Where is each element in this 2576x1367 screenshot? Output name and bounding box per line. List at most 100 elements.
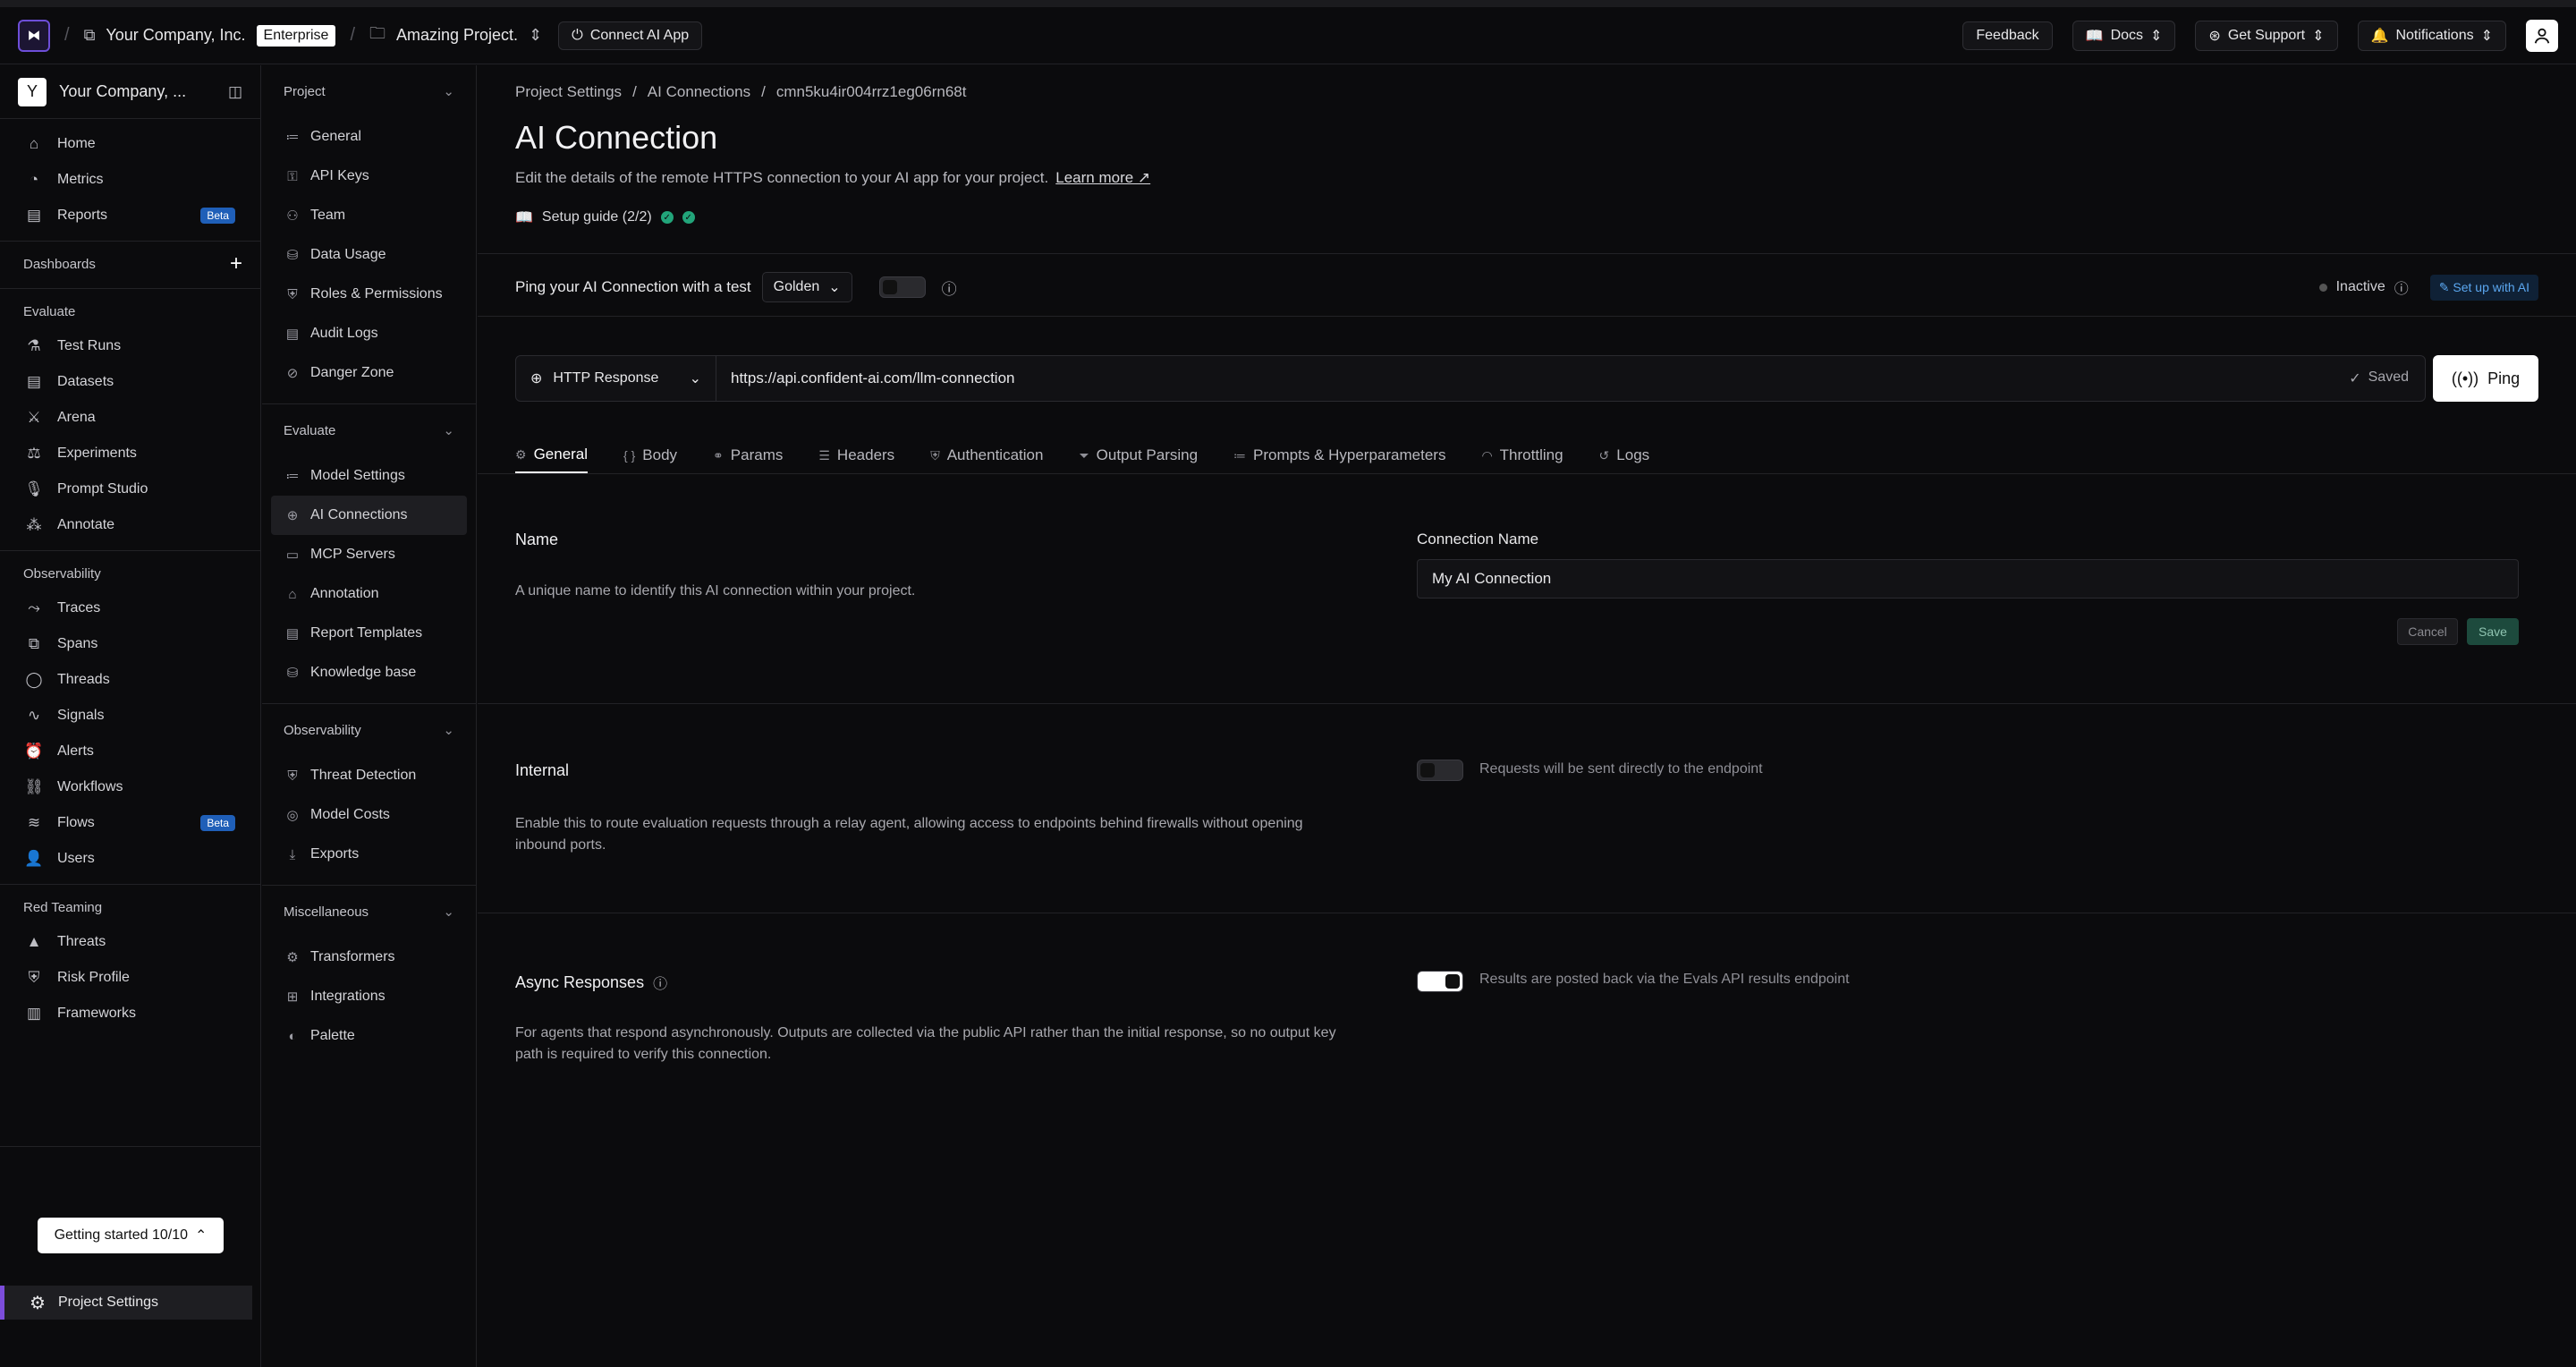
feedback-button[interactable]: Feedback bbox=[1962, 21, 2053, 50]
getting-started-button[interactable]: Getting started 10/10 ⌃ bbox=[38, 1218, 224, 1253]
sidebar-item-project-settings[interactable]: ⚙ Project Settings bbox=[0, 1286, 252, 1320]
subnav-item-model-settings[interactable]: ≔ Model Settings bbox=[262, 456, 476, 496]
sidebar-item-threats[interactable]: ▲ Threats bbox=[0, 924, 260, 960]
subnav-item-annotation[interactable]: ⌂ Annotation bbox=[262, 574, 476, 614]
ping-test-toggle[interactable] bbox=[878, 276, 926, 298]
tab-general[interactable]: ⚙ General bbox=[515, 437, 589, 473]
collapse-sidebar-icon[interactable]: ◫ bbox=[228, 83, 242, 101]
app-logo[interactable]: ⧓ bbox=[18, 19, 50, 52]
subnav-item-danger-zone[interactable]: ⊘ Danger Zone bbox=[262, 353, 476, 393]
sidebar-item-workflows[interactable]: ⛓ Workflows bbox=[0, 769, 260, 805]
subnav-item-knowledge-base[interactable]: ⛁ Knowledge base bbox=[262, 653, 476, 692]
workspace-switcher[interactable]: Y Your Company, ... ◫ bbox=[0, 65, 260, 119]
connection-name-input[interactable]: My AI Connection bbox=[1417, 559, 2519, 599]
get-support-button[interactable]: ⊛ Get Support ⇕ bbox=[2195, 20, 2338, 51]
subnav-item-threat-detection[interactable]: ⛨ Threat Detection bbox=[262, 756, 476, 795]
learn-more-link[interactable]: Learn more ↗ bbox=[1055, 169, 1150, 186]
subnav-item-label: Model Settings bbox=[310, 468, 405, 483]
ping-button[interactable]: ((•)) Ping bbox=[2433, 355, 2538, 402]
sidebar-item-label: Datasets bbox=[57, 374, 114, 389]
subnav-item-transformers[interactable]: ⚙ Transformers bbox=[262, 938, 476, 977]
setup-with-ai-button[interactable]: ✎ Set up with AI bbox=[2429, 274, 2538, 301]
sidebar-item-frameworks[interactable]: ▥ Frameworks bbox=[0, 996, 260, 1032]
subnav-item-report-templates[interactable]: ▤ Report Templates bbox=[262, 614, 476, 653]
notifications-button[interactable]: 🔔 Notifications ⇕ bbox=[2357, 20, 2506, 51]
sidebar-item-spans[interactable]: ⧉ Spans bbox=[0, 626, 260, 662]
tab-logs[interactable]: ↺ Logs bbox=[1599, 437, 1650, 473]
notifications-label: Notifications bbox=[2395, 27, 2474, 43]
sidebar-item-arena[interactable]: ⚔ Arena bbox=[0, 400, 260, 436]
subnav-item-audit-logs[interactable]: ▤ Audit Logs bbox=[262, 314, 476, 353]
subnav-item-team[interactable]: ⚇ Team bbox=[262, 196, 476, 235]
subnav-item-ai-connections[interactable]: ⊕ AI Connections bbox=[271, 496, 467, 535]
connection-name-label: Connection Name bbox=[1417, 531, 1539, 548]
sidebar-item-traces[interactable]: ⤳ Traces bbox=[0, 590, 260, 626]
tab-label: General bbox=[533, 446, 589, 463]
sidebar-item-home[interactable]: ⌂ Home bbox=[0, 126, 260, 162]
user-avatar[interactable] bbox=[2526, 19, 2558, 52]
tab-authentication[interactable]: ⛨ Authentication bbox=[930, 437, 1043, 473]
subnav-item-palette[interactable]: ◐ Palette bbox=[262, 1016, 476, 1056]
sidebar-item-metrics[interactable]: ◔ Metrics bbox=[0, 162, 260, 198]
sidebar-item-threads[interactable]: ◯ Threads bbox=[0, 662, 260, 698]
subnav-item-label: MCP Servers bbox=[310, 547, 395, 562]
info-icon[interactable]: ⓘ bbox=[653, 972, 667, 993]
subnav-item-model-costs[interactable]: ◎ Model Costs bbox=[262, 795, 476, 835]
save-button[interactable]: Save bbox=[2467, 618, 2519, 645]
info-icon[interactable]: ⓘ bbox=[942, 276, 957, 299]
cancel-button[interactable]: Cancel bbox=[2397, 618, 2458, 645]
subnav-item-general[interactable]: ≔ General bbox=[262, 117, 476, 157]
ping-test-select[interactable]: Golden ⌄ bbox=[761, 272, 852, 302]
subnav-item-data-usage[interactable]: ⛁ Data Usage bbox=[262, 235, 476, 275]
info-icon[interactable]: ⓘ bbox=[2394, 276, 2409, 298]
sidebar-item-flows[interactable]: ≋ Flows Beta bbox=[0, 805, 260, 841]
sidebar-item-prompt-studio[interactable]: 🎙 Prompt Studio bbox=[0, 471, 260, 507]
subnav-item-integrations[interactable]: ⊞ Integrations bbox=[262, 977, 476, 1016]
project-switcher[interactable]: 🗀 Amazing Project. ⇕ bbox=[369, 22, 542, 49]
tab-output-parsing[interactable]: ⏷ Output Parsing bbox=[1079, 437, 1198, 473]
connect-ai-app-button[interactable]: ⏻ Connect AI App bbox=[558, 21, 703, 50]
tab-throttling[interactable]: ◠ Throttling bbox=[1481, 437, 1563, 473]
sidebar-item-alerts[interactable]: ⏰ Alerts bbox=[0, 734, 260, 769]
sidebar-item-annotate[interactable]: ⁂ Annotate bbox=[0, 507, 260, 543]
subnav-evaluate-header[interactable]: Evaluate ⌄ bbox=[262, 404, 476, 456]
sidebar-item-signals[interactable]: ∿ Signals bbox=[0, 698, 260, 734]
lifebuoy-icon: ⊛ bbox=[2208, 28, 2221, 44]
subnav-item-api-keys[interactable]: ⚿ API Keys bbox=[262, 157, 476, 196]
history-icon: ↺ bbox=[1598, 447, 1610, 463]
tab-params[interactable]: ⚭ Params bbox=[713, 437, 783, 473]
tab-body[interactable]: { } Body bbox=[623, 437, 677, 473]
ping-select-value: Golden bbox=[773, 279, 820, 294]
sidebar-item-test-runs[interactable]: ⚗ Test Runs bbox=[0, 328, 260, 364]
tab-headers[interactable]: ☰ Headers bbox=[818, 437, 894, 473]
user-icon: 👤 bbox=[24, 850, 44, 867]
response-type-select[interactable]: ⊕ HTTP Response ⌄ bbox=[516, 356, 716, 401]
tab-prompts-hyperparameters[interactable]: ≔ Prompts & Hyperparameters bbox=[1233, 437, 1445, 473]
docs-button[interactable]: 📖 Docs ⇕ bbox=[2072, 20, 2176, 51]
book-icon: 📖 bbox=[515, 210, 533, 225]
subnav-item-mcp-servers[interactable]: ▭ MCP Servers bbox=[262, 535, 476, 574]
beta-badge: Beta bbox=[200, 815, 235, 831]
internal-toggle[interactable] bbox=[1417, 760, 1463, 781]
observability-section: Observability ⤳ Traces ⧉ Spans ◯ Threads ∿ S… bbox=[0, 550, 260, 877]
subnav-item-exports[interactable]: ⤓ Exports bbox=[262, 835, 476, 874]
subnav-observability-header[interactable]: Observability ⌄ bbox=[262, 704, 476, 756]
breadcrumb-project-settings[interactable]: Project Settings bbox=[515, 83, 622, 101]
setup-guide[interactable]: 📖 Setup guide (2/2) ✓ ✓ bbox=[515, 208, 695, 226]
subnav-item-roles[interactable]: ⛨ Roles & Permissions bbox=[262, 275, 476, 314]
sidebar-item-users[interactable]: 👤 Users bbox=[0, 841, 260, 877]
sidebar-item-datasets[interactable]: ▤ Datasets bbox=[0, 364, 260, 400]
globe-icon: ⊕ bbox=[530, 371, 543, 386]
async-responses-toggle[interactable] bbox=[1417, 971, 1463, 992]
endpoint-url-input[interactable]: https://api.confident-ai.com/llm-connect… bbox=[716, 369, 2333, 387]
subnav-misc-header[interactable]: Miscellaneous ⌄ bbox=[262, 886, 476, 938]
plus-icon[interactable]: + bbox=[230, 251, 242, 276]
sidebar-item-risk-profile[interactable]: ⛨ Risk Profile bbox=[0, 960, 260, 996]
chevron-up-icon: ⌃ bbox=[195, 1228, 208, 1244]
dashboards-header[interactable]: Dashboards + bbox=[0, 247, 260, 281]
breadcrumb-ai-connections[interactable]: AI Connections bbox=[648, 83, 750, 101]
sidebar-item-reports[interactable]: ▤ Reports Beta bbox=[0, 198, 260, 233]
org-switcher[interactable]: ⧉ Your Company, Inc. Enterprise bbox=[84, 24, 336, 47]
subnav-project-header[interactable]: Project ⌄ bbox=[262, 65, 476, 117]
sidebar-item-experiments[interactable]: ⚖ Experiments bbox=[0, 436, 260, 471]
